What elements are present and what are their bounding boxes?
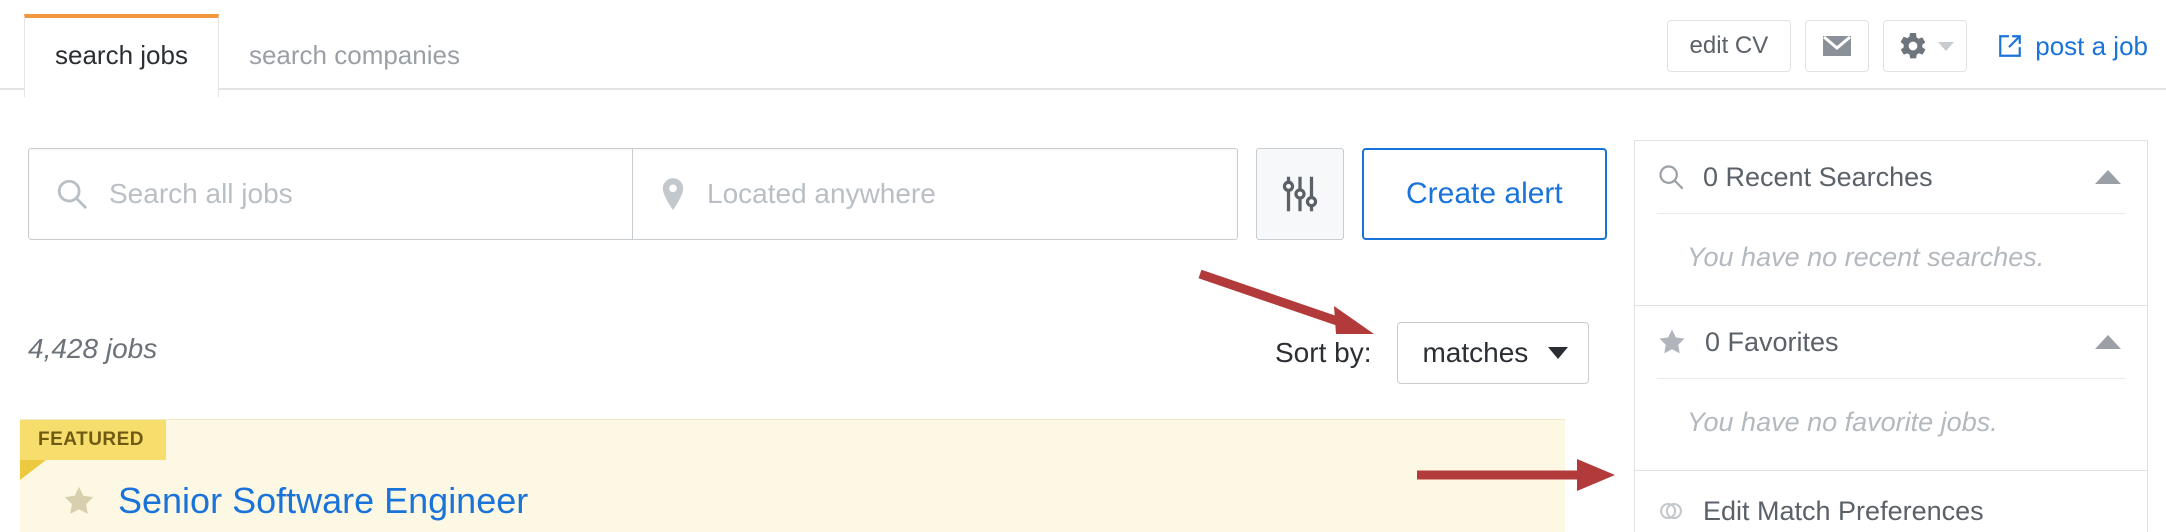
- tab-search-companies[interactable]: search companies: [219, 18, 490, 95]
- filters-button[interactable]: [1256, 148, 1344, 240]
- favorites-empty-text: You have no favorite jobs.: [1687, 407, 1998, 437]
- top-actions: edit CV post a job: [1666, 20, 2148, 72]
- tab-search-jobs-label: search jobs: [55, 40, 188, 70]
- recent-searches-header[interactable]: 0 Recent Searches: [1635, 141, 2147, 213]
- edit-match-preferences-label: Edit Match Preferences: [1703, 495, 1984, 526]
- messages-button[interactable]: [1805, 20, 1870, 72]
- link-rings-icon: [1657, 497, 1685, 525]
- keyword-search-placeholder: Search all jobs: [109, 178, 293, 209]
- search-icon: [1657, 163, 1685, 191]
- create-alert-button[interactable]: Create alert: [1362, 148, 1607, 240]
- location-search-placeholder: Located anywhere: [707, 178, 936, 209]
- search-icon: [55, 177, 89, 211]
- top-navigation-bar: search jobs search companies edit CV pos…: [0, 0, 2166, 97]
- gear-icon: [1898, 31, 1928, 61]
- settings-button[interactable]: [1883, 20, 1968, 72]
- tab-search-jobs[interactable]: search jobs: [24, 14, 219, 97]
- search-row: Search all jobs Located anywhere Create …: [28, 148, 1607, 240]
- job-search-page: search jobs search companies edit CV pos…: [0, 0, 2166, 532]
- post-a-job-label: post a job: [2035, 30, 2148, 61]
- recent-searches-title: 0 Recent Searches: [1703, 161, 1933, 192]
- search-box: Search all jobs Located anywhere: [28, 148, 1238, 240]
- featured-job-title-link[interactable]: Senior Software Engineer: [118, 480, 528, 522]
- create-alert-label: Create alert: [1406, 177, 1563, 210]
- sort-by-label: Sort by:: [1275, 337, 1372, 368]
- edit-cv-label: edit CV: [1689, 32, 1769, 59]
- tab-list: search jobs search companies: [24, 14, 490, 97]
- edit-match-preferences[interactable]: Edit Match Preferences: [1635, 471, 2147, 532]
- sort-control: Sort by: matches: [1275, 322, 1590, 384]
- map-pin-icon: [659, 177, 687, 211]
- sidebar-panel: 0 Recent Searches You have no recent sea…: [1634, 140, 2148, 532]
- featured-job-title-row: Senior Software Engineer: [62, 480, 528, 522]
- recent-searches-empty-text: You have no recent searches.: [1687, 242, 2045, 272]
- caret-down-icon: [1938, 41, 1955, 51]
- featured-badge-label: FEATURED: [38, 429, 145, 450]
- caret-down-icon: [1548, 347, 1569, 359]
- chevron-up-icon[interactable]: [2095, 335, 2121, 349]
- location-search-field[interactable]: Located anywhere: [633, 149, 1237, 239]
- sort-select[interactable]: matches: [1397, 322, 1590, 384]
- envelope-icon: [1822, 35, 1852, 57]
- sliders-icon: [1277, 171, 1323, 217]
- chevron-up-icon[interactable]: [2095, 170, 2121, 184]
- post-a-job-link[interactable]: post a job: [1997, 31, 2148, 62]
- favorites-header[interactable]: 0 Favorites: [1635, 306, 2147, 378]
- featured-job-card[interactable]: FEATURED Senior Software Engineer: [20, 419, 1565, 532]
- keyword-search-field[interactable]: Search all jobs: [29, 149, 633, 239]
- favorites-title: 0 Favorites: [1705, 326, 1839, 357]
- star-icon[interactable]: [62, 484, 96, 518]
- featured-badge-fold: [20, 460, 46, 480]
- external-link-icon: [1997, 33, 2023, 59]
- job-count-label: 4,428 jobs: [28, 333, 158, 364]
- sort-select-value: matches: [1422, 337, 1529, 368]
- favorites-section: 0 Favorites You have no favorite jobs.: [1635, 305, 2147, 470]
- recent-searches-section: 0 Recent Searches You have no recent sea…: [1635, 141, 2147, 305]
- match-preferences-section: Edit Match Preferences: [1635, 470, 2147, 532]
- star-icon: [1657, 327, 1687, 357]
- tab-search-companies-label: search companies: [248, 40, 460, 70]
- edit-cv-button[interactable]: edit CV: [1666, 20, 1792, 72]
- featured-badge: FEATURED: [20, 420, 167, 460]
